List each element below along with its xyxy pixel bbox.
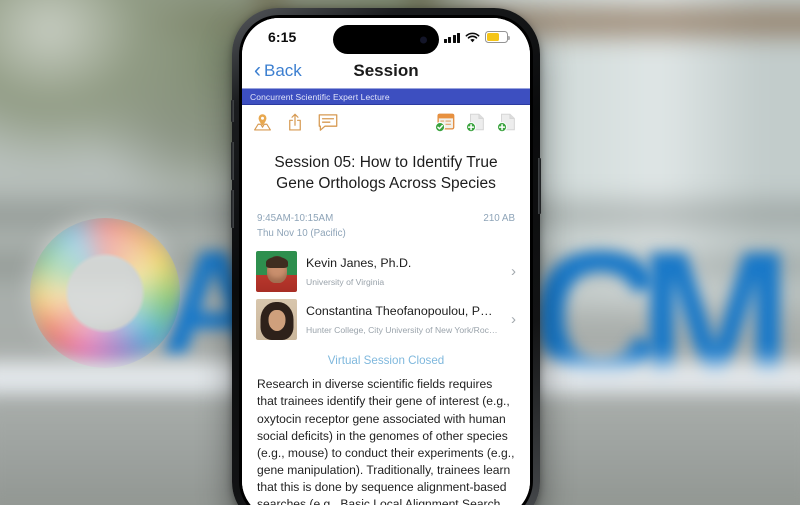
silent-switch[interactable] — [231, 100, 234, 122]
cellular-signal-icon — [443, 32, 460, 43]
status-bar-indicators — [443, 31, 511, 43]
chevron-right-icon: › — [511, 263, 516, 281]
session-category-banner[interactable]: Concurrent Scientific Expert Lecture — [242, 88, 530, 105]
speaker-text-block: Kevin Janes, Ph.D. University of Virgini… — [306, 256, 498, 287]
chat-bubble-icon[interactable] — [317, 112, 339, 132]
speaker-affiliation: Hunter College, City University of New Y… — [306, 324, 498, 335]
chevron-right-icon: › — [511, 311, 516, 329]
speaker-name: Constantina Theofanopoulou, Ph.D. — [306, 304, 498, 319]
battery-icon — [485, 31, 511, 43]
virtual-session-status: Virtual Session Closed — [327, 354, 445, 368]
back-button[interactable]: ‹ Back — [254, 58, 302, 82]
volume-up-button[interactable] — [231, 142, 234, 180]
volume-down-button[interactable] — [231, 190, 234, 228]
phone-bezel: 6:15 ‹ Back Session Concurrent Scientifi… — [239, 15, 533, 505]
speaker-row[interactable]: Kevin Janes, Ph.D. University of Virgini… — [256, 247, 516, 295]
back-chevron-icon: ‹ — [254, 58, 261, 82]
colorful-ring-sculpture-highlight — [30, 218, 180, 368]
action-toolbar-right — [434, 111, 518, 133]
session-category-label: Concurrent Scientific Expert Lecture — [250, 91, 390, 102]
status-bar: 6:15 — [242, 18, 530, 54]
session-time-block: 9:45AM-10:15AM Thu Nov 10 (Pacific) — [257, 211, 346, 241]
action-toolbar-left — [252, 112, 339, 133]
phone-screen: 6:15 ‹ Back Session Concurrent Scientifi… — [242, 18, 530, 505]
front-camera-icon — [420, 36, 427, 43]
session-time: 9:45AM-10:15AM — [257, 212, 334, 224]
screenshot-scene: A C M 6:15 ‹ Back Session Concurrent Sci… — [0, 0, 800, 505]
phone-device: 6:15 ‹ Back Session Concurrent Scientifi… — [231, 8, 541, 505]
status-bar-time: 6:15 — [268, 29, 297, 45]
add-note-icon[interactable] — [465, 111, 487, 133]
power-button[interactable] — [538, 158, 541, 214]
wifi-icon — [465, 32, 480, 42]
action-toolbar — [242, 105, 530, 139]
navigation-bar: ‹ Back Session — [242, 54, 530, 88]
session-title: Session 05: How to Identify True Gene Or… — [274, 154, 498, 192]
share-icon[interactable] — [285, 112, 305, 133]
speaker-name: Kevin Janes, Ph.D. — [306, 256, 412, 271]
session-date: Thu Nov 10 (Pacific) — [257, 228, 346, 240]
dynamic-island — [333, 25, 439, 54]
speaker-text-block: Constantina Theofanopoulou, Ph.D. Hunter… — [306, 304, 498, 335]
session-description: Research in diverse scientific fields re… — [257, 377, 515, 505]
speaker-affiliation: University of Virginia — [306, 276, 385, 287]
back-button-label: Back — [264, 61, 302, 80]
speaker-list: Kevin Janes, Ph.D. University of Virgini… — [256, 247, 516, 343]
speaker-row[interactable]: Constantina Theofanopoulou, Ph.D. Hunter… — [256, 295, 516, 343]
speaker-avatar-constantina-theofanopoulou — [256, 299, 297, 341]
session-meta-row: 9:45AM-10:15AM Thu Nov 10 (Pacific) 210 … — [256, 195, 516, 241]
add-document-icon[interactable] — [496, 111, 518, 133]
speaker-avatar-kevin-janes — [256, 251, 297, 293]
calendar-added-icon[interactable] — [434, 111, 456, 133]
map-pin-icon[interactable] — [252, 112, 273, 133]
session-room: 210 AB — [483, 212, 515, 224]
session-detail-content[interactable]: Session 05: How to Identify True Gene Or… — [242, 139, 530, 505]
